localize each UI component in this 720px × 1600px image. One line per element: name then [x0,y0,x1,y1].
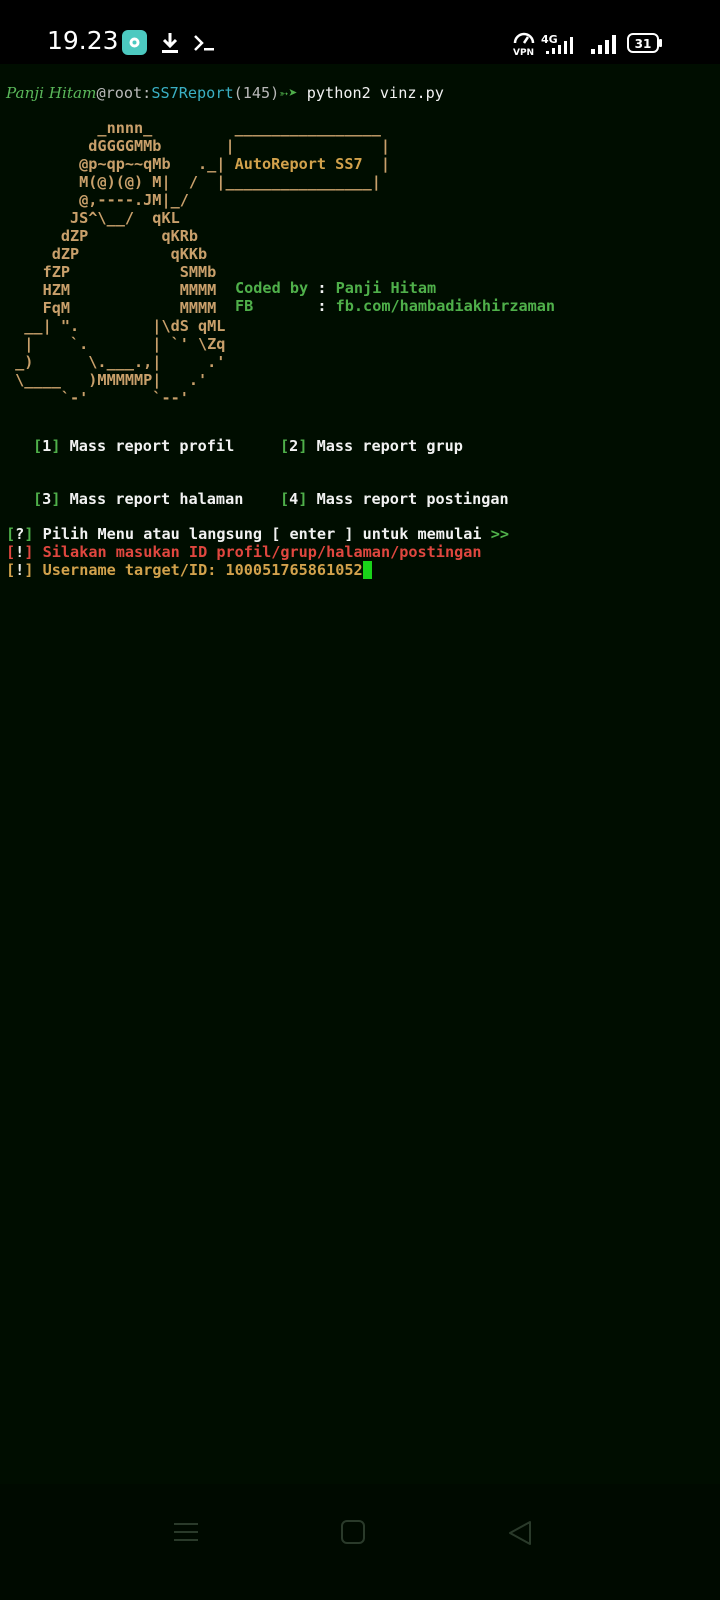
text-cursor [362,561,372,579]
svg-text:31: 31 [635,37,652,51]
ascii-line: _nnnn_ ________________ [6,119,381,137]
ascii-line: JS^\__/ qKL [6,209,180,227]
prompt-user: Panji Hitam [6,84,97,102]
fb-label: FB [235,297,254,315]
home-icon[interactable] [341,1520,365,1548]
username-input-line[interactable]: [!] Username target/ID: 100051765861052 [6,561,372,579]
menu-item-2: [2] Mass report grup [280,437,463,455]
ascii-line: FqM MMMM [6,299,217,317]
username-label: Username target/ID: [42,561,226,579]
ascii-line: | `. | `' \Zq [6,335,226,353]
menu-item-1: [1] Mass report profil [33,437,235,455]
ascii-line: dZP qKRb [6,227,199,245]
coded-value: Panji Hitam [335,279,437,297]
back-icon[interactable] [507,1520,533,1550]
download-icon [160,32,180,58]
svg-text:4G: 4G [541,33,558,46]
username-value: 100051765861052 [225,561,363,579]
ascii-line: @p~qp~~qMb ._| AutoReport SS7 | [6,155,391,173]
ascii-line: _) \.___.,| .' [6,353,226,371]
ascii-line: dGGGGMMb | | [6,137,391,155]
menu-item-3: [3] Mass report halaman [33,490,244,508]
ascii-line: __| ". |\dS qML [6,317,226,335]
banner-title: AutoReport SS7 [234,155,363,173]
terminal-icon [193,34,215,56]
fb-line: FB : fb.com/hambadiakhirzaman [235,297,556,315]
menu-icon[interactable] [174,1520,198,1548]
ascii-line: `-' `--' [6,389,189,407]
menu-item-4: [4] Mass report postingan [280,490,509,508]
terminal-window[interactable]: Panji Hitam@root:SS7Report(145)➳➤ python… [0,64,720,1484]
ascii-line: fZP SMMb [6,263,217,281]
prompt-host: @root: [96,84,152,102]
ascii-line: dZP qKKb [6,245,208,263]
vpn-icon: VPN [512,32,536,60]
battery-icon: 31 [627,33,663,57]
signal-4g-icon: 4G [540,31,578,59]
clock: 19.23 [47,26,119,55]
ascii-line: \____ )MMMMMP| .' [6,371,208,389]
choose-menu-message: [?] Pilih Menu atau langsung [ enter ] u… [6,525,509,543]
svg-text:VPN: VPN [513,48,534,56]
signal-bars-icon [589,34,617,58]
coded-label: Coded by [235,279,309,297]
navigation-bar [0,1484,720,1600]
ascii-line: M(@)(@) M| / |________________| [6,173,381,191]
prompt-arrow: ➳➤ [279,84,298,102]
prompt-count: (145) [233,84,280,102]
status-bar: 19.23 VPN 4G 31 [0,0,720,64]
enter-id-message: [!] Silakan masukan ID profil/grup/halam… [6,543,482,561]
prompt-command: python2 vinz.py [297,84,444,102]
coded-by-line: Coded by : Panji Hitam [235,279,437,297]
app-notification-icon [122,30,147,59]
ascii-line: @,----.JM|_/ [6,191,189,209]
shell-prompt: Panji Hitam@root:SS7Report(145)➳➤ python… [6,84,444,102]
prompt-dir: SS7Report [151,84,234,102]
ascii-line: HZM MMMM [6,281,217,299]
fb-value: fb.com/hambadiakhirzaman [335,297,556,315]
